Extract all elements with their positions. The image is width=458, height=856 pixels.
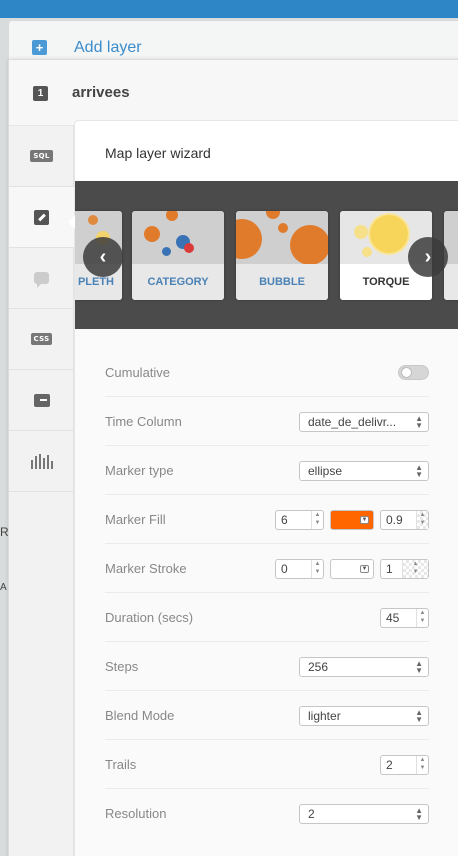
- select-caret-icon: ▲ ▼: [415, 659, 423, 675]
- stepper-value: 0.9: [386, 513, 403, 527]
- css-icon: CSS: [30, 333, 53, 345]
- select-value: 2: [308, 807, 315, 821]
- card-label: [444, 264, 458, 300]
- marker-stroke-width-stepper[interactable]: 0 ▲ ▼: [275, 559, 324, 579]
- marker-type-select[interactable]: ellipse ▲ ▼: [299, 461, 429, 481]
- select-caret-icon: ▲ ▼: [415, 806, 423, 822]
- trails-stepper[interactable]: 2 ▲ ▼: [380, 755, 429, 775]
- layer-index-badge: 1: [33, 86, 48, 101]
- legend-icon: [33, 393, 50, 407]
- marker-fill-opacity-stepper[interactable]: 0.9 ▲ ▼: [380, 510, 429, 530]
- stepper-arrows-icon[interactable]: ▲ ▼: [311, 560, 323, 578]
- prop-time-column: Time Column date_de_delivr... ▲ ▼: [105, 397, 429, 446]
- prop-label: Time Column: [105, 414, 182, 429]
- marker-fill-width-stepper[interactable]: 6 ▲ ▼: [275, 510, 324, 530]
- toggle-knob: [401, 367, 412, 378]
- chevron-down-icon: ▼: [360, 516, 369, 524]
- cumulative-toggle[interactable]: [398, 365, 429, 380]
- carousel-prev-button[interactable]: ‹: [83, 237, 123, 277]
- brush-icon: [34, 209, 49, 225]
- prop-label: Marker Stroke: [105, 561, 187, 576]
- stepper-arrows-icon[interactable]: ▲ ▼: [416, 756, 428, 774]
- wizard-properties: Cumulative Time Column date_de_delivr...…: [75, 329, 458, 856]
- tool-legend[interactable]: [9, 370, 74, 431]
- infowindow-icon: [34, 272, 49, 288]
- card-thumbnail: [132, 211, 224, 264]
- wizard-title: Map layer wizard: [105, 145, 211, 161]
- carousel-next-button[interactable]: ›: [408, 237, 448, 277]
- stepper-arrows-icon[interactable]: ▲ ▼: [416, 511, 428, 529]
- steps-select[interactable]: 256 ▲ ▼: [299, 657, 429, 677]
- prop-marker-fill: Marker Fill 6 ▲ ▼ ▼ 0.9 ▲ ▼: [105, 495, 429, 544]
- blend-mode-select[interactable]: lighter ▲ ▼: [299, 706, 429, 726]
- tool-filters[interactable]: [9, 431, 74, 492]
- sql-icon: SQL: [30, 150, 53, 162]
- tool-css[interactable]: CSS: [9, 309, 74, 370]
- stepper-arrows-icon[interactable]: ▲ ▼: [311, 511, 323, 529]
- tool-infowindow[interactable]: [9, 248, 74, 309]
- wizard-pointer: [68, 215, 75, 229]
- prop-label: Trails: [105, 757, 137, 772]
- layer-toolbar: SQL CSS: [9, 126, 74, 856]
- marker-stroke-color-picker[interactable]: ▼: [330, 559, 374, 579]
- select-caret-icon: ▲ ▼: [415, 414, 423, 430]
- layer-name[interactable]: arrivees: [72, 84, 130, 101]
- histogram-icon: [30, 453, 53, 469]
- top-bar: [0, 0, 458, 18]
- time-column-select[interactable]: date_de_delivr... ▲ ▼: [299, 412, 429, 432]
- prop-label: Steps: [105, 659, 139, 674]
- card-label: BUBBLE: [236, 264, 328, 300]
- stepper-value: 2: [386, 758, 393, 772]
- wizard-carousel: PLETH CATEGORY BUBBLE TORQUE ‹ ›: [75, 181, 458, 329]
- tool-sql[interactable]: SQL: [9, 126, 74, 187]
- wizard-card-category[interactable]: CATEGORY: [132, 211, 224, 300]
- prop-label: Duration (secs): [105, 610, 194, 625]
- stepper-arrows-icon[interactable]: ▲ ▼: [402, 560, 428, 578]
- prop-marker-stroke: Marker Stroke 0 ▲ ▼ ▼ 1 ▲ ▼: [105, 544, 429, 593]
- card-thumbnail: [236, 211, 328, 265]
- stepper-arrows-icon[interactable]: ▲ ▼: [416, 609, 428, 627]
- stepper-value: 45: [386, 611, 400, 625]
- map-label-fragment: A: [0, 582, 7, 593]
- prop-blend-mode: Blend Mode lighter ▲ ▼: [105, 691, 429, 740]
- prop-marker-type: Marker type ellipse ▲ ▼: [105, 446, 429, 495]
- prop-label: Cumulative: [105, 365, 171, 380]
- prop-label: Marker Fill: [105, 512, 166, 527]
- marker-fill-color-picker[interactable]: ▼: [330, 510, 374, 530]
- stepper-value: 1: [386, 562, 393, 576]
- prop-steps: Steps 256 ▲ ▼: [105, 642, 429, 691]
- layer-panel: 1 arrivees SQL CSS Map layer wizard PLET…: [8, 59, 458, 856]
- chevron-down-icon: ▼: [360, 565, 369, 573]
- wizard-card-bubble[interactable]: BUBBLE: [236, 211, 328, 300]
- plus-icon[interactable]: +: [32, 40, 47, 55]
- stepper-value: 6: [281, 513, 288, 527]
- prop-cumulative: Cumulative: [105, 348, 429, 397]
- add-layer-link[interactable]: Add layer: [74, 39, 142, 57]
- select-caret-icon: ▲ ▼: [415, 463, 423, 479]
- map-layer-wizard: Map layer wizard PLETH CATEGORY BUBBLE T…: [68, 120, 458, 856]
- select-value: date_de_delivr...: [308, 415, 397, 429]
- tool-wizard[interactable]: [9, 187, 74, 248]
- prop-label: Marker type: [105, 463, 174, 478]
- select-value: 256: [308, 660, 329, 674]
- duration-stepper[interactable]: 45 ▲ ▼: [380, 608, 429, 628]
- marker-stroke-opacity-stepper[interactable]: 1 ▲ ▼: [380, 559, 429, 579]
- stepper-value: 0: [281, 562, 288, 576]
- prop-duration: Duration (secs) 45 ▲ ▼: [105, 593, 429, 642]
- prop-label: Blend Mode: [105, 708, 175, 723]
- prop-label: Resolution: [105, 806, 167, 821]
- card-label: CATEGORY: [132, 264, 224, 300]
- select-value: ellipse: [308, 464, 343, 478]
- prop-resolution: Resolution 2 ▲ ▼: [105, 789, 429, 838]
- prop-trails: Trails 2 ▲ ▼: [105, 740, 429, 789]
- select-caret-icon: ▲ ▼: [415, 708, 423, 724]
- resolution-select[interactable]: 2 ▲ ▼: [299, 804, 429, 824]
- select-value: lighter: [308, 709, 341, 723]
- layer-header[interactable]: 1 arrivees: [9, 60, 458, 126]
